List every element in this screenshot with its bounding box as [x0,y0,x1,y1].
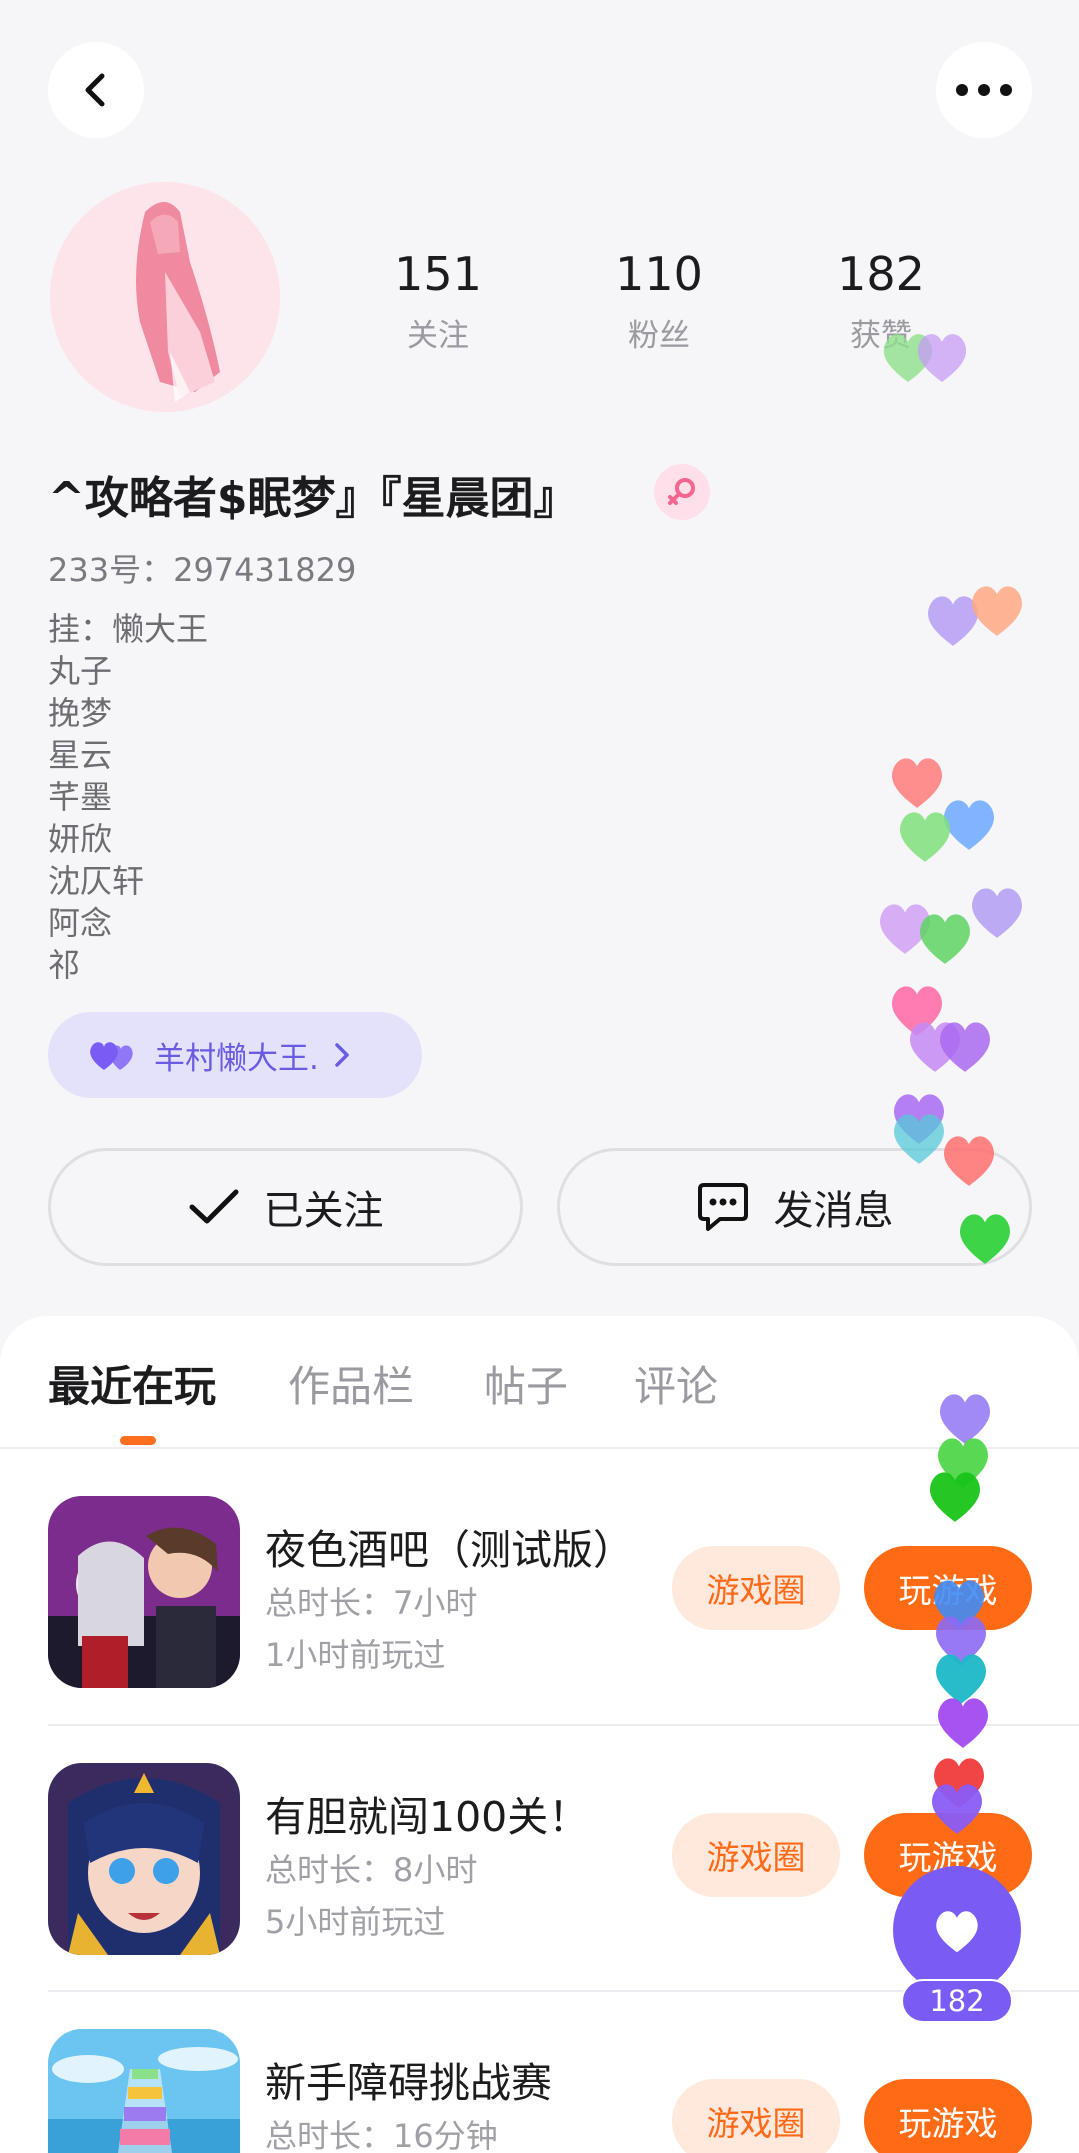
game-icon [48,2029,240,2153]
avatar-character-image [50,182,280,412]
stat-followers[interactable]: 110 粉丝 [574,246,744,355]
game-duration: 总时长：16分钟 [265,2117,498,2153]
double-heart-icon [90,1042,133,1070]
game-row[interactable]: 新手障碍挑战赛 总时长：16分钟 游戏圈 玩游戏 [0,2029,1079,2153]
gender-female-badge [654,464,710,520]
bio-line: 沈仄轩 [48,862,145,900]
game-duration: 总时长：7小时 [265,1584,478,1622]
game-circle-button[interactable]: 游戏圈 [672,2079,840,2153]
bio-line: 妍欣 [48,820,113,858]
stat-value: 110 [615,247,703,301]
game-title: 夜色酒吧（测试版） [265,1526,634,1574]
game-cover-image [48,1763,240,1955]
game-duration: 总时长：8小时 [265,1851,478,1889]
floating-heart-icon [944,1136,994,1186]
game-row[interactable]: 夜色酒吧（测试版） 总时长：7小时 1小时前玩过 游戏圈 玩游戏 [0,1496,1079,1762]
stat-label: 粉丝 [628,318,690,354]
bio: 挂：懒大王 丸子 挽梦 星云 芊墨 妍欣 沈仄轩 阿念 祁 [48,608,208,986]
stat-label: 关注 [407,318,469,354]
game-last-played: 5小时前玩过 [265,1903,446,1941]
play-game-button[interactable]: 玩游戏 [864,2079,1032,2153]
game-title: 新手障碍挑战赛 [265,2059,552,2107]
bio-line: 星云 [48,736,113,774]
game-icon [48,1496,240,1688]
stat-value: 151 [394,247,482,301]
game-circle-button[interactable]: 游戏圈 [672,1813,840,1897]
guild-label: 羊村懒大王. [154,1040,319,1077]
avatar[interactable] [50,182,280,412]
game-circle-button[interactable]: 游戏圈 [672,1546,840,1630]
back-button[interactable] [48,42,144,138]
more-dots-icon [956,84,1012,96]
row-divider [48,1724,1079,1726]
floating-heart-icon [900,812,950,862]
floating-heart-icon [940,1022,990,1072]
bio-line: 挽梦 [48,694,113,732]
floating-heart-icon [938,1698,988,1748]
floating-heart-icon [930,1472,980,1522]
check-icon [189,1189,238,1224]
chat-bubble-icon [697,1183,748,1231]
tab-works[interactable]: 作品栏 [288,1353,414,1414]
tab-posts[interactable]: 帖子 [484,1353,568,1414]
bio-line: 阿念 [48,904,113,942]
chevron-right-icon [335,1043,349,1067]
tabs-divider [0,1447,1079,1449]
floating-heart-icon [932,1784,982,1834]
floating-heart-icon [917,334,967,382]
tab-comments[interactable]: 评论 [634,1353,718,1414]
guild-pill[interactable]: 羊村懒大王. [48,1012,422,1098]
game-title: 有胆就闯100关！ [265,1793,590,1841]
like-count: 182 [901,1979,1013,2023]
game-icon [48,1763,240,1955]
followed-button[interactable]: 已关注 [48,1148,523,1266]
bio-line: 挂：懒大王 [48,610,209,648]
user-id: 233号：297431829 [48,551,357,589]
bio-line: 芊墨 [48,778,113,816]
game-cover-image [48,1496,240,1688]
stat-following[interactable]: 151 关注 [353,246,523,355]
username: ^攻略者$眠梦』『星晨团』 [48,473,578,524]
floating-heart-icon [972,586,1022,636]
female-icon [668,478,695,505]
like-button[interactable] [893,1866,1021,1994]
game-last-played: 1小时前玩过 [265,1636,446,1674]
floating-heart-icon [960,1214,1010,1264]
followed-label: 已关注 [263,1188,384,1234]
heart-icon [936,1911,978,1953]
more-button[interactable] [936,42,1032,138]
bio-line: 祁 [48,946,81,984]
chevron-left-icon [85,73,105,107]
stat-value: 182 [837,247,925,301]
tab-indicator [120,1436,156,1445]
floating-heart-icon [920,914,970,964]
tab-recently-played[interactable]: 最近在玩 [48,1353,216,1414]
bio-line: 丸子 [48,652,113,690]
game-cover-image [48,2029,240,2153]
send-message-label: 发消息 [773,1188,894,1234]
